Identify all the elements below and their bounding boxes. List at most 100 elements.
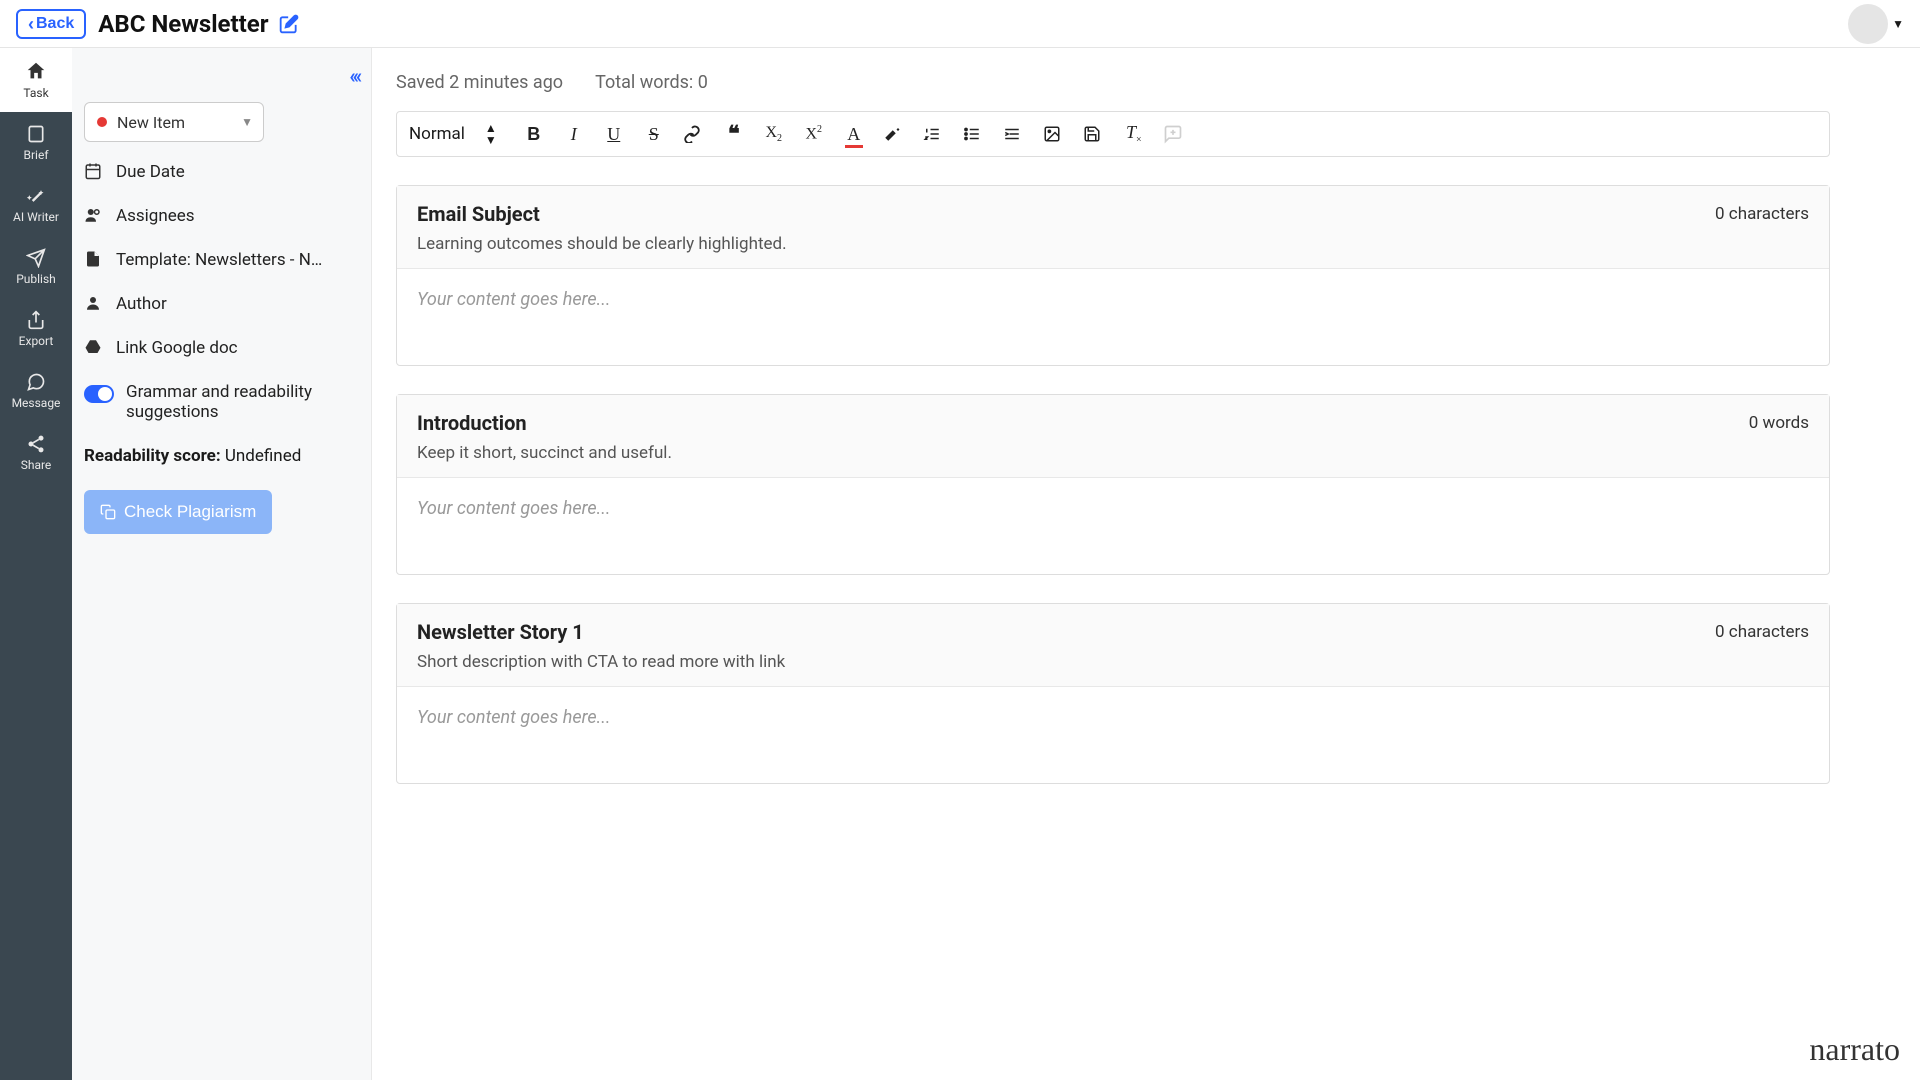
author-row[interactable]: Author xyxy=(84,294,359,314)
format-label: Normal xyxy=(409,124,465,144)
format-select[interactable]: Normal ▲▼ xyxy=(409,122,505,146)
collapse-panel-button[interactable]: ‹‹‹ xyxy=(349,64,359,88)
check-plagiarism-button[interactable]: Check Plagiarism xyxy=(84,490,272,534)
status-label: New Item xyxy=(117,113,185,132)
ordered-list-button[interactable] xyxy=(923,125,945,143)
nav-brief[interactable]: Brief xyxy=(0,112,72,174)
nav-message[interactable]: Message xyxy=(0,360,72,422)
block-count: 0 characters xyxy=(1715,622,1809,642)
grammar-toggle-row: Grammar and readability suggestions xyxy=(84,382,359,422)
superscript-button[interactable]: X2 xyxy=(803,124,825,143)
google-drive-icon xyxy=(84,338,104,356)
template-label: Template: Newsletters - New... xyxy=(116,250,326,270)
template-row[interactable]: Template: Newsletters - New... xyxy=(84,250,359,270)
back-button[interactable]: ‹ Back xyxy=(16,9,86,39)
magic-wand-icon xyxy=(26,186,46,206)
editor-toolbar: Normal ▲▼ B I U S ❝ X2 X2 A xyxy=(396,111,1830,157)
plagiarism-label: Check Plagiarism xyxy=(124,502,256,522)
block-title: Newsletter Story 1 xyxy=(417,620,584,644)
nav-export[interactable]: Export xyxy=(0,298,72,360)
bold-button[interactable]: B xyxy=(523,124,545,145)
calendar-icon xyxy=(84,162,104,180)
content-placeholder: Your content goes here... xyxy=(417,289,610,310)
italic-button[interactable]: I xyxy=(563,124,585,145)
author-label: Author xyxy=(116,294,167,314)
nav-label: Task xyxy=(23,86,48,100)
assignees-label: Assignees xyxy=(116,206,195,226)
nav-label: Export xyxy=(19,334,54,348)
nav-task[interactable]: Task xyxy=(0,48,72,112)
nav-publish[interactable]: Publish xyxy=(0,236,72,298)
total-words: Total words: 0 xyxy=(595,72,708,93)
nav-label: Message xyxy=(12,396,61,410)
editor-block-story-1: Newsletter Story 1 0 characters Short de… xyxy=(396,603,1830,784)
brand-logo: narrato xyxy=(1809,1031,1900,1068)
image-button[interactable] xyxy=(1043,125,1065,143)
status-select[interactable]: New Item ▼ xyxy=(84,102,264,142)
back-label: Back xyxy=(36,15,74,33)
nav-label: Share xyxy=(21,458,52,472)
text-color-button[interactable]: A xyxy=(843,124,865,145)
block-content-input[interactable]: Your content goes here... xyxy=(397,478,1829,574)
underline-button[interactable]: U xyxy=(603,124,625,145)
saved-status: Saved 2 minutes ago xyxy=(396,72,563,93)
save-button[interactable] xyxy=(1083,125,1105,143)
highlight-button[interactable] xyxy=(883,125,905,143)
send-icon xyxy=(26,248,46,268)
editor-block-introduction: Introduction 0 words Keep it short, succ… xyxy=(396,394,1830,575)
nav-rail: Task Brief AI Writer Publish Export xyxy=(0,48,72,1080)
indent-button[interactable] xyxy=(1003,125,1025,143)
readability-value: Undefined xyxy=(225,446,301,466)
block-title: Introduction xyxy=(417,411,527,435)
chevron-left-icon: ‹ xyxy=(28,15,34,33)
subscript-button[interactable]: X2 xyxy=(763,124,785,144)
nav-share[interactable]: Share xyxy=(0,422,72,484)
content-placeholder: Your content goes here... xyxy=(417,498,610,519)
block-content-input[interactable]: Your content goes here... xyxy=(397,269,1829,365)
nav-ai-writer[interactable]: AI Writer xyxy=(0,174,72,236)
blockquote-button[interactable]: ❝ xyxy=(723,121,745,147)
copy-icon xyxy=(100,504,116,520)
document-icon xyxy=(84,250,104,268)
editor-meta: Saved 2 minutes ago Total words: 0 xyxy=(396,72,1830,93)
link-gdoc-label: Link Google doc xyxy=(116,338,238,358)
avatar[interactable] xyxy=(1848,4,1888,44)
main-editor-area: Saved 2 minutes ago Total words: 0 Norma… xyxy=(372,48,1920,1080)
bullet-list-button[interactable] xyxy=(963,125,985,143)
user-icon xyxy=(84,294,104,312)
side-panel: ‹‹‹ New Item ▼ Due Date Assignees xyxy=(72,48,372,1080)
note-icon xyxy=(26,124,46,144)
clear-format-button[interactable]: T× xyxy=(1123,122,1145,146)
caret-down-icon: ▼ xyxy=(241,115,253,129)
block-content-input[interactable]: Your content goes here... xyxy=(397,687,1829,783)
block-desc: Keep it short, succinct and useful. xyxy=(417,443,1809,463)
assignees-row[interactable]: Assignees xyxy=(84,206,359,226)
strikethrough-button[interactable]: S xyxy=(643,124,665,145)
block-title: Email Subject xyxy=(417,202,540,226)
sort-caret-icon: ▲▼ xyxy=(485,122,497,146)
due-date-label: Due Date xyxy=(116,162,185,182)
page-title: ABC Newsletter xyxy=(98,10,268,38)
grammar-toggle[interactable] xyxy=(84,385,114,403)
home-icon xyxy=(25,60,47,82)
status-dot-icon xyxy=(97,117,107,127)
link-gdoc-row[interactable]: Link Google doc xyxy=(84,338,359,358)
nav-label: AI Writer xyxy=(13,210,59,224)
due-date-row[interactable]: Due Date xyxy=(84,162,359,182)
user-menu-caret-icon[interactable]: ▼ xyxy=(1892,17,1904,31)
link-button[interactable] xyxy=(683,125,705,143)
nav-label: Brief xyxy=(24,148,49,162)
readability-score: Readability score: Undefined xyxy=(84,446,359,466)
users-icon xyxy=(84,206,104,224)
content-placeholder: Your content goes here... xyxy=(417,707,610,728)
readability-label: Readability score: xyxy=(84,446,221,466)
edit-title-icon[interactable] xyxy=(279,14,299,34)
share-icon xyxy=(26,434,46,454)
block-count: 0 words xyxy=(1749,413,1809,433)
add-comment-button[interactable] xyxy=(1163,124,1185,144)
block-desc: Short description with CTA to read more … xyxy=(417,652,1809,672)
grammar-toggle-label: Grammar and readability suggestions xyxy=(126,382,359,422)
nav-label: Publish xyxy=(16,272,56,286)
block-desc: Learning outcomes should be clearly high… xyxy=(417,234,1809,254)
block-count: 0 characters xyxy=(1715,204,1809,224)
